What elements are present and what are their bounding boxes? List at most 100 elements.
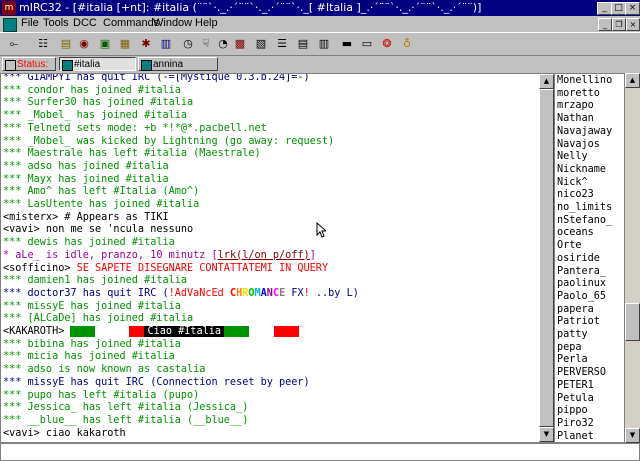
menu-help[interactable]: Help [195,17,218,29]
mirc-app-icon[interactable]: m [2,1,16,15]
chat-line-text: *** GIAMPY1 has quit IRC (-=[Mystique 0.… [3,73,310,83]
nick-list-item[interactable]: patty [557,328,588,341]
notify-list-icon[interactable]: ▥ [158,36,174,52]
window-title: mIRC32 - [#italia [+nt]: #italia (¨¨`·._… [19,1,482,14]
channel-window-icon[interactable] [3,18,17,32]
nick-list-item[interactable]: nStefano_ [557,214,612,227]
nick-list-item[interactable]: Orte [557,239,582,252]
nick-list[interactable]: Monellino moretto mrzapo Nathan Navajaway Nav… [554,73,625,443]
chat-line-text: *** bibina has joined #italia [3,338,181,350]
chat-line: *** condor has joined #italia [3,84,181,97]
chat-line: *** adso has joined #italia [3,160,169,173]
chat-line-text: *** condor has joined #italia [3,84,181,96]
chat-line: *** dewis has joined #italia [3,236,175,249]
nick-list-item[interactable]: Nathan [557,112,594,125]
menu-window[interactable]: Window [153,17,192,29]
menu-commands[interactable]: Commands [103,17,159,29]
chat-messages[interactable]: *** GIAMPY1 has quit IRC (-=[Mystique 0.… [0,73,555,443]
menu-file[interactable]: File [21,17,39,29]
nick-list-item[interactable]: PERVERSO [557,366,606,379]
nick-list-item[interactable]: nico23 [557,188,594,201]
nick-list-item[interactable]: Planet [557,430,594,442]
chat-line-text: *** __blue__ has left #italia (__blue__) [3,414,249,426]
nick-list-item[interactable]: Monellino [557,74,612,87]
options-icon[interactable]: ☷ [35,36,51,52]
nick-list-item[interactable]: Paolo_65 [557,290,606,303]
nick-list-item[interactable]: osiride [557,252,600,265]
tab-annina[interactable]: annina [138,57,218,71]
nick-list-item[interactable]: Nelly [557,150,588,163]
child-close-button[interactable]: × [626,18,640,31]
nick-list-item[interactable]: Nick^ [557,176,588,189]
about-icon[interactable]: ♁ [399,36,415,52]
nick-list-item[interactable]: Piro32 [557,417,594,430]
nick-list-item[interactable]: PETER1 [557,379,594,392]
status-window-icon [5,60,16,71]
tab-status[interactable]: Status: [2,57,56,71]
chat-line: *** _Mobel_ has joined #italia [3,109,187,122]
chat-line-text: *** Telnetd sets mode: +b *!*@*.pacbell.… [3,122,267,134]
nicklist-scroll-thumb[interactable] [625,303,640,341]
ping-icon[interactable]: ◔ [215,36,231,52]
chat-line-text: *** missyE has quit IRC (Connection rese… [3,376,310,388]
child-minimize-button[interactable]: _ [598,18,612,31]
dcc-chat-icon[interactable]: ✱ [138,36,154,52]
channels-folder-icon[interactable]: ▤ [58,36,74,52]
scroll-up-arrow-icon[interactable]: ▲ [539,74,554,89]
menu-dcc[interactable]: DCC [73,17,97,29]
maximize-button[interactable]: □ [611,2,626,15]
chat-line-text: *** adso is now known as castalia [3,364,206,376]
nick-list-item[interactable]: Pantera_ [557,265,606,278]
nick-list-item[interactable]: Patriot [557,315,600,328]
nick-list-item[interactable]: Perla [557,353,588,366]
list-channels-icon[interactable]: ▣ [97,36,113,52]
chat-scroll-thumb[interactable] [539,89,554,427]
chat-line: <vavi> ciao kakaroth [3,427,126,440]
tab-italia[interactable]: #italia [59,57,136,71]
nick-list-item[interactable]: moretto [557,87,600,100]
nick-list-item[interactable]: paolinux [557,277,606,290]
urls-icon[interactable]: ◷ [180,36,196,52]
cascade-icon[interactable]: ▤ [295,36,311,52]
tile-vertical-icon[interactable]: ▭ [359,36,375,52]
close-button[interactable]: × [625,2,640,15]
nick-list-item[interactable]: mrzapo [557,99,594,112]
chat-line-text: FX [285,287,304,299]
nick-scroll-down-arrow-icon[interactable]: ▼ [625,428,640,443]
chat-line-text: *** damien1 has joined #italia [3,275,188,287]
nick-list-item[interactable]: pippo [557,404,588,417]
nick-list-item[interactable]: Navajos [557,138,600,151]
chat-line: *** [ALCaDe] has joined #italia [3,312,193,325]
nicklist-scrollbar[interactable]: ▲ ▼ [625,73,640,443]
colors-icon[interactable]: ☰ [274,36,290,52]
timer-icon[interactable]: ▩ [232,36,248,52]
nick-list-item[interactable]: papera [557,303,594,316]
address-book-icon[interactable]: ◉ [76,36,92,52]
menu-tools[interactable]: Tools [43,17,69,29]
dcc-send-icon[interactable]: ▦ [117,36,133,52]
log-icon[interactable]: ▧ [253,36,269,52]
chat-line-text: *** _Mobel_ has joined #italia [3,110,188,122]
nick-scroll-up-arrow-icon[interactable]: ▲ [625,73,640,88]
child-restore-button[interactable]: ❐ [612,18,626,31]
nick-list-item[interactable]: Petula [557,392,594,405]
nick-list-item[interactable]: pepa [557,341,582,354]
nick-list-item[interactable]: Nickname [557,163,606,176]
help-icon[interactable]: ❂ [379,36,395,52]
nick-list-item[interactable]: Navajaway [557,125,612,138]
message-input[interactable] [0,443,640,461]
chat-line-text: *** Maestrale has left #italia (Maestral… [3,148,261,160]
chat-line-text: ..by L) [309,287,359,299]
finger-icon[interactable]: ☟ [198,36,214,52]
chat-line-text: CHROMANCE [229,287,286,299]
chat-line: *** missyE has joined #italia [3,300,181,313]
tile-icon[interactable]: ▥ [316,36,332,52]
chat-line: <misterx> # Appears as TIKI [3,211,169,224]
chat-scrollbar[interactable]: ▲ ▼ [539,74,554,442]
minimize-button[interactable]: _ [597,2,612,15]
nick-list-item[interactable]: oceans [557,226,594,239]
nick-list-item[interactable]: no_limits [557,201,612,214]
tile-horizontal-icon[interactable]: ▬ [339,36,355,52]
scroll-down-arrow-icon[interactable]: ▼ [539,427,554,442]
connect-icon[interactable]: ⟜ [6,36,22,52]
